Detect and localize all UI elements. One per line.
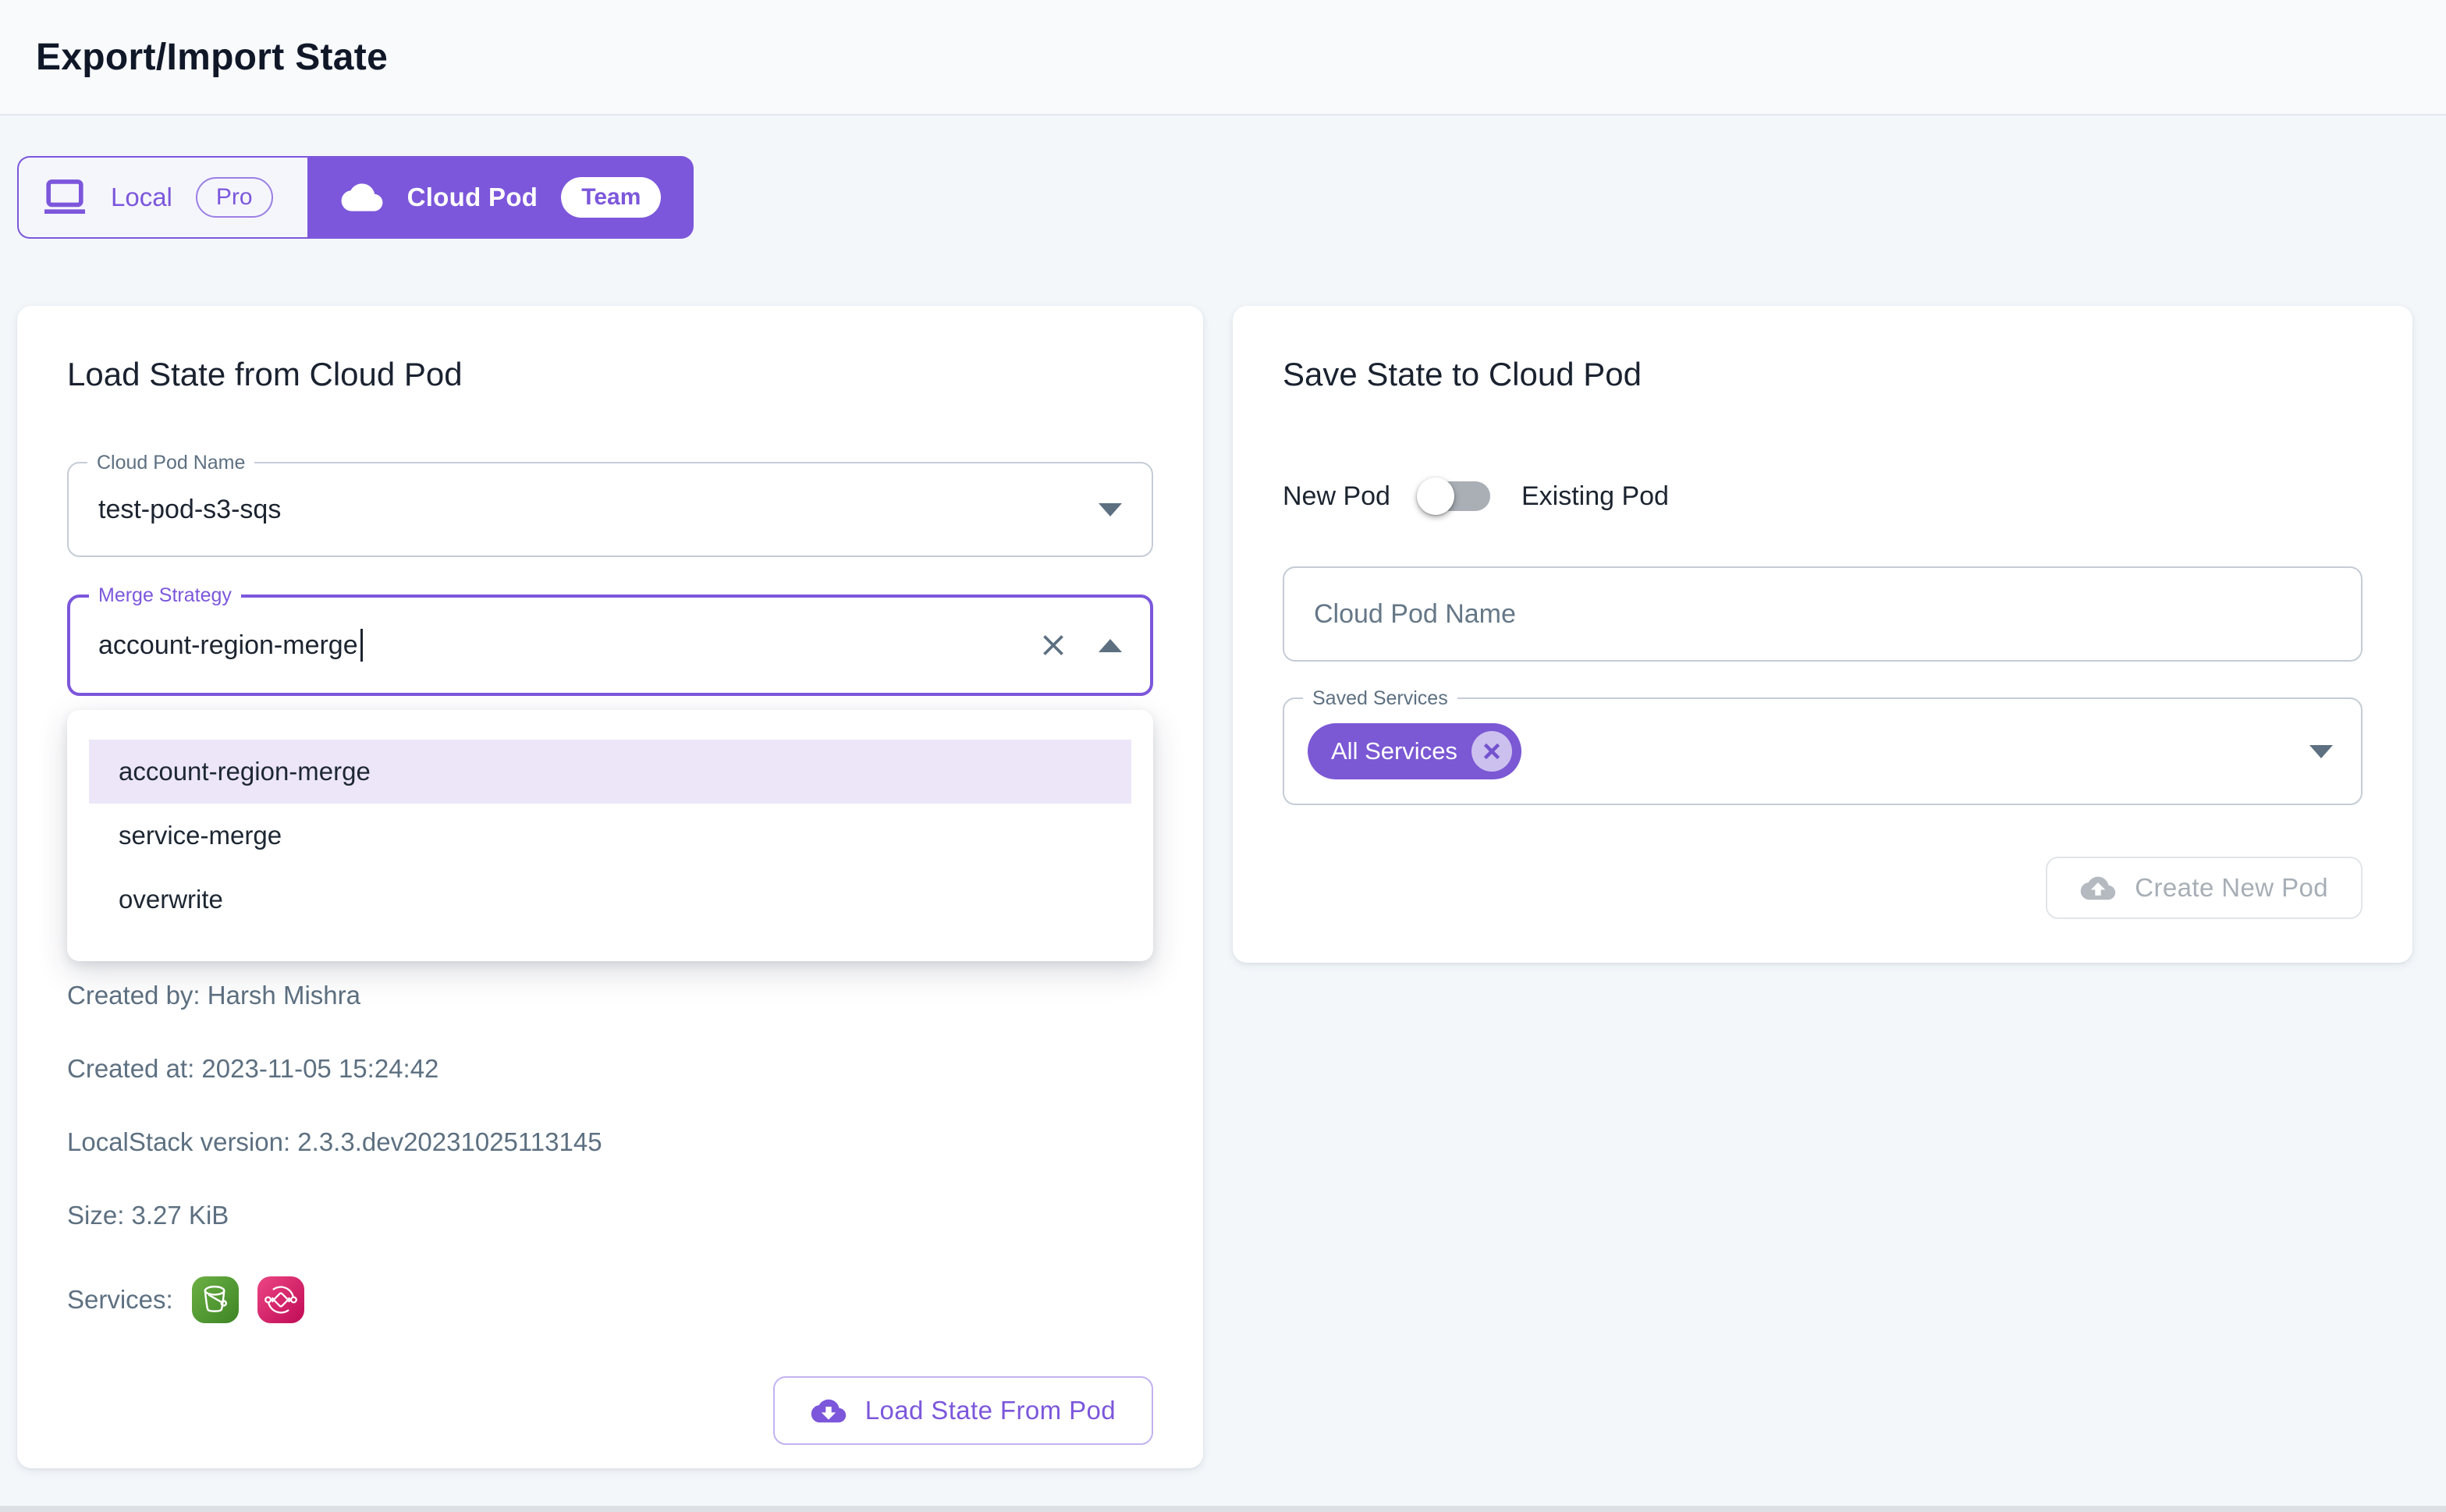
tab-local-label: Local [111, 183, 172, 212]
merge-strategy-value: account-region-merge [98, 630, 358, 661]
text-cursor [360, 629, 363, 662]
chevron-down-icon[interactable] [2309, 745, 2333, 758]
cloud-icon [340, 180, 384, 215]
pro-badge: Pro [196, 177, 273, 218]
laptop-icon [42, 177, 87, 218]
load-button-label: Load State From Pod [865, 1396, 1116, 1425]
clear-icon[interactable] [1036, 628, 1070, 662]
pod-mode-switch[interactable] [1420, 474, 1492, 518]
existing-pod-label: Existing Pod [1521, 481, 1669, 512]
load-state-from-pod-button[interactable]: Load State From Pod [773, 1376, 1153, 1445]
load-state-card: Load State from Cloud Pod Cloud Pod Name… [17, 306, 1203, 1468]
save-state-card: Save State to Cloud Pod New Pod Existing… [1233, 306, 2412, 963]
load-card-title: Load State from Cloud Pod [67, 356, 1153, 393]
pod-metadata: Created by: Harsh Mishra Created at: 202… [67, 978, 1153, 1233]
chip-delete-icon[interactable] [1472, 731, 1512, 772]
team-badge: Team [561, 177, 661, 218]
s3-service-icon [192, 1276, 239, 1323]
page-title: Export/Import State [36, 36, 388, 79]
cloud-pod-name-select-value: test-pod-s3-sqs [98, 495, 281, 525]
tab-local[interactable]: Local Pro [17, 156, 307, 239]
chevron-down-icon[interactable] [1099, 503, 1122, 516]
created-by: Created by: Harsh Mishra [67, 978, 1153, 1013]
pod-size: Size: 3.27 KiB [67, 1198, 1153, 1233]
save-pod-name-field [1283, 566, 2363, 662]
dropdown-option-account-region-merge[interactable]: account-region-merge [89, 740, 1131, 804]
tab-cloud-pod-label: Cloud Pod [407, 183, 538, 212]
create-new-pod-button[interactable]: Create New Pod [2046, 857, 2363, 919]
all-services-chip[interactable]: All Services [1308, 723, 1521, 779]
cloud-pod-name-select-label: Cloud Pod Name [87, 451, 254, 474]
cloud-upload-icon [2080, 874, 2116, 903]
new-pod-label: New Pod [1283, 481, 1390, 512]
created-at: Created at: 2023-11-05 15:24:42 [67, 1052, 1153, 1086]
saved-services-select[interactable]: Saved Services All Services [1283, 697, 2363, 805]
sqs-service-icon [257, 1276, 304, 1323]
merge-strategy-dropdown: account-region-merge service-merge overw… [67, 710, 1153, 961]
horizontal-scrollbar[interactable] [0, 1506, 2446, 1512]
merge-strategy-input[interactable]: Merge Strategy account-region-merge [67, 595, 1153, 696]
services-label: Services: [67, 1285, 173, 1315]
mode-toggle-group: Local Pro Cloud Pod Team [17, 156, 694, 239]
all-services-chip-label: All Services [1331, 737, 1457, 765]
dropdown-option-service-merge[interactable]: service-merge [89, 804, 1131, 868]
dropdown-option-overwrite[interactable]: overwrite [89, 868, 1131, 932]
chevron-up-icon[interactable] [1099, 639, 1122, 652]
create-button-label: Create New Pod [2135, 873, 2328, 903]
switch-thumb [1417, 477, 1454, 515]
cloud-download-icon [811, 1397, 847, 1425]
save-card-title: Save State to Cloud Pod [1283, 356, 2363, 393]
cloud-pod-name-select[interactable]: Cloud Pod Name test-pod-s3-sqs [67, 462, 1153, 557]
saved-services-label: Saved Services [1303, 687, 1457, 710]
save-pod-name-input[interactable] [1314, 599, 2331, 630]
localstack-version: LocalStack version: 2.3.3.dev20231025113… [67, 1125, 1153, 1159]
page-header: Export/Import State [0, 0, 2446, 115]
services-row: Services: [67, 1276, 1153, 1323]
tab-cloud-pod[interactable]: Cloud Pod Team [307, 156, 694, 239]
merge-strategy-label: Merge Strategy [89, 584, 241, 607]
pod-mode-toggle-row: New Pod Existing Pod [1283, 474, 2363, 518]
